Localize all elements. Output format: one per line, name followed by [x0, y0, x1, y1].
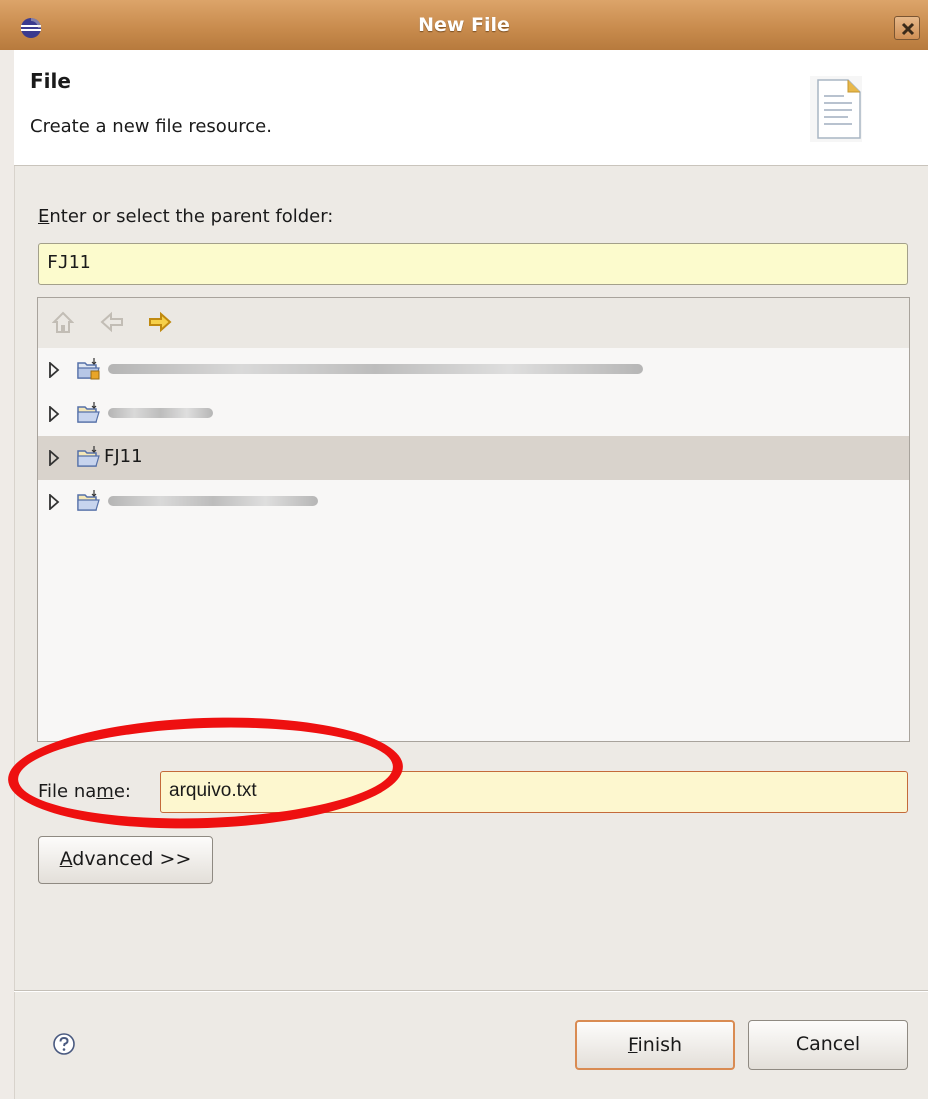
parent-folder-input[interactable]: FJ11 [38, 243, 908, 285]
project-folder-icon [77, 446, 100, 467]
file-name-label: File name: [38, 781, 131, 802]
help-icon[interactable] [52, 1032, 76, 1056]
file-name-input[interactable]: arquivo.txt [160, 771, 908, 813]
tree-item[interactable] [38, 480, 909, 524]
forward-arrow-icon[interactable] [148, 311, 172, 333]
expand-arrow-icon[interactable] [48, 406, 60, 422]
advanced-button[interactable]: Advanced >> [38, 836, 213, 884]
tree-toolbar [38, 298, 909, 348]
project-folder-icon [77, 402, 100, 423]
tree-item[interactable] [38, 348, 909, 392]
banner-title: File [30, 69, 71, 93]
redacted-text [108, 364, 643, 374]
title-bar[interactable]: New File [0, 0, 928, 51]
banner-description: Create a new file resource. [30, 116, 272, 137]
parent-folder-label: Enter or select the parent folder: [38, 206, 334, 227]
wizard-banner: File Create a new file resource. [14, 50, 928, 166]
expand-arrow-icon[interactable] [48, 362, 60, 378]
separator [14, 990, 928, 992]
redacted-text [108, 496, 318, 506]
new-file-dialog: New File File Create a new file resource… [0, 0, 928, 1099]
redacted-text [108, 408, 213, 418]
home-icon[interactable] [52, 311, 74, 335]
new-file-icon [810, 76, 862, 142]
window-frame [0, 50, 15, 1099]
expand-arrow-icon[interactable] [48, 450, 60, 466]
folder-tree[interactable]: FJ11 [37, 297, 910, 742]
expand-arrow-icon[interactable] [48, 494, 60, 510]
project-folder-icon [77, 490, 100, 511]
cancel-button[interactable]: Cancel [748, 1020, 908, 1070]
close-icon [901, 22, 915, 36]
back-arrow-icon[interactable] [100, 311, 124, 333]
locked-project-folder-icon [77, 358, 100, 380]
tree-item[interactable] [38, 392, 909, 436]
window-title: New File [418, 14, 510, 36]
close-button[interactable] [894, 16, 920, 40]
finish-button[interactable]: Finish [575, 1020, 735, 1070]
tree-item-selected[interactable]: FJ11 [38, 436, 909, 480]
tree-item-label: FJ11 [104, 446, 143, 467]
